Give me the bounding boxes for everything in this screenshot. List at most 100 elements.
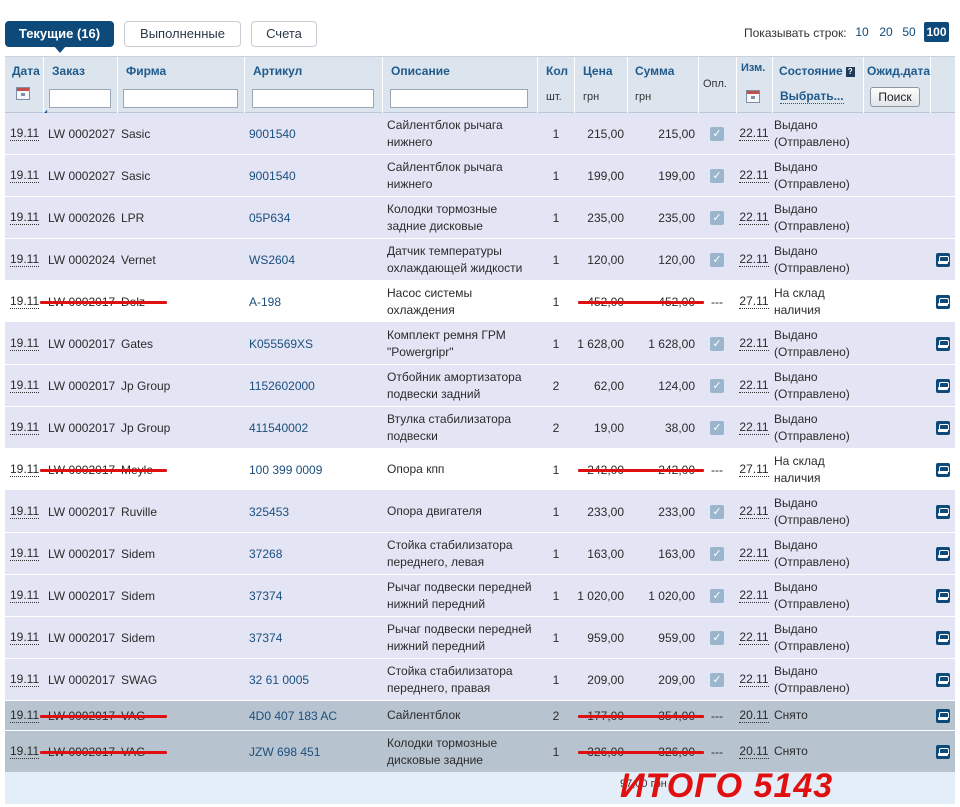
row-date[interactable]: 19.11 xyxy=(10,281,44,322)
col-description-header[interactable]: Описание xyxy=(391,64,450,78)
car-icon[interactable] xyxy=(935,588,950,603)
row-article[interactable]: 4D0 407 183 AC xyxy=(249,701,379,730)
row-changed[interactable]: 22.11 xyxy=(736,197,772,238)
car-icon[interactable] xyxy=(935,462,950,477)
row-article[interactable]: 411540002 xyxy=(249,407,379,448)
row-date[interactable]: 19.11 xyxy=(10,323,44,364)
description-filter-input[interactable] xyxy=(390,89,528,108)
car-icon[interactable] xyxy=(935,708,950,723)
car-icon[interactable] xyxy=(935,630,950,645)
car-icon[interactable] xyxy=(935,252,950,267)
table-row[interactable]: 19.11 LW 0002017 SWAG 32 61 0005 Стойка стаб… xyxy=(5,659,955,701)
table-row[interactable]: 19.11 LW 0002017 Jp Group 1152602000 Отбойни… xyxy=(5,365,955,407)
row-article[interactable]: 100 399 0009 xyxy=(249,449,379,490)
row-delivery[interactable] xyxy=(930,239,955,280)
row-changed[interactable]: 27.11 xyxy=(736,449,772,490)
table-row[interactable]: 19.11 LW 0002024 Vernet WS2604 Датчик темпер… xyxy=(5,239,955,281)
col-price-header[interactable]: Цена xyxy=(583,64,613,78)
row-article[interactable]: JZW 698 451 xyxy=(249,731,379,772)
row-changed[interactable]: 22.11 xyxy=(736,659,772,700)
col-expected-header[interactable]: Ожид.дата xyxy=(867,64,930,78)
row-changed[interactable]: 22.11 xyxy=(736,617,772,658)
table-row[interactable]: 19.11 LW 0002017 Sidem 37268 Стойка стабилиз… xyxy=(5,533,955,575)
car-icon[interactable] xyxy=(935,672,950,687)
car-icon[interactable] xyxy=(935,546,950,561)
row-article[interactable]: 37268 xyxy=(249,533,379,574)
table-row[interactable]: 19.11 LW 0002026 LPR 05P634 Колодки тормозны… xyxy=(5,197,955,239)
table-row[interactable]: 19.11 LW 0002017 Ruville 325453 Опора двигат… xyxy=(5,491,955,533)
row-date[interactable]: 19.11 xyxy=(10,365,44,406)
car-icon[interactable] xyxy=(935,504,950,519)
rows-option-50[interactable]: 50 xyxy=(901,22,917,42)
table-row[interactable]: 19.11 LW 0002027 Sasic 9001540 Сайлентблок р… xyxy=(5,155,955,197)
row-date[interactable]: 19.11 xyxy=(10,197,44,238)
col-qty-header[interactable]: Кол xyxy=(546,64,568,78)
table-row[interactable]: 19.11 LW 0002017 Jp Group 411540002 Втулка с… xyxy=(5,407,955,449)
row-delivery[interactable] xyxy=(930,701,955,730)
col-order-header[interactable]: Заказ xyxy=(52,64,85,78)
col-date-header[interactable]: Дата xyxy=(12,64,40,78)
row-article[interactable]: A-198 xyxy=(249,281,379,322)
row-changed[interactable]: 20.11 xyxy=(736,731,772,772)
row-changed[interactable]: 22.11 xyxy=(736,323,772,364)
row-article[interactable]: WS2604 xyxy=(249,239,379,280)
row-delivery[interactable] xyxy=(930,449,955,490)
row-delivery[interactable] xyxy=(930,491,955,532)
car-icon[interactable] xyxy=(935,294,950,309)
row-article[interactable]: 1152602000 xyxy=(249,365,379,406)
car-icon[interactable] xyxy=(935,420,950,435)
row-article[interactable]: 37374 xyxy=(249,575,379,616)
row-changed[interactable]: 22.11 xyxy=(736,575,772,616)
row-delivery[interactable] xyxy=(930,281,955,322)
table-row[interactable]: 19.11 LW 0002017 Sidem 37374 Рычаг подвески … xyxy=(5,617,955,659)
row-date[interactable]: 19.11 xyxy=(10,617,44,658)
row-article[interactable]: K055569XS xyxy=(249,323,379,364)
table-row[interactable]: 19.11 LW 0002017 Gates K055569XS Комплект ре… xyxy=(5,323,955,365)
row-date[interactable]: 19.11 xyxy=(10,701,44,730)
row-date[interactable]: 19.11 xyxy=(10,491,44,532)
row-article[interactable]: 9001540 xyxy=(249,113,379,154)
row-changed[interactable]: 22.11 xyxy=(736,113,772,154)
order-filter-input[interactable] xyxy=(49,89,111,108)
col-sum-header[interactable]: Сумма xyxy=(635,64,674,78)
col-changed-header[interactable]: Изм. xyxy=(741,62,765,74)
row-changed[interactable]: 22.11 xyxy=(736,365,772,406)
calendar-icon[interactable] xyxy=(16,87,30,100)
row-article[interactable]: 9001540 xyxy=(249,155,379,196)
row-article[interactable]: 05P634 xyxy=(249,197,379,238)
row-date[interactable]: 19.11 xyxy=(10,155,44,196)
table-row[interactable]: 19.11 LW 0002017 Sidem 37374 Рычаг подвески … xyxy=(5,575,955,617)
row-delivery[interactable] xyxy=(930,533,955,574)
col-status-header[interactable]: Состояние? xyxy=(779,64,855,78)
row-changed[interactable]: 22.11 xyxy=(736,533,772,574)
row-date[interactable]: 19.11 xyxy=(10,659,44,700)
row-delivery[interactable] xyxy=(930,323,955,364)
row-date[interactable]: 19.11 xyxy=(10,533,44,574)
article-filter-input[interactable] xyxy=(252,89,374,108)
tab-current[interactable]: Текущие (16) xyxy=(5,21,114,53)
firm-filter-input[interactable] xyxy=(123,89,238,108)
row-delivery[interactable] xyxy=(930,731,955,772)
status-select[interactable]: Выбрать... xyxy=(780,89,844,104)
row-article[interactable]: 325453 xyxy=(249,491,379,532)
row-article[interactable]: 37374 xyxy=(249,617,379,658)
row-changed[interactable]: 22.11 xyxy=(736,407,772,448)
row-date[interactable]: 19.11 xyxy=(10,407,44,448)
calendar-icon[interactable] xyxy=(746,90,760,103)
car-icon[interactable] xyxy=(935,378,950,393)
row-date[interactable]: 19.11 xyxy=(10,731,44,772)
rows-option-20[interactable]: 20 xyxy=(878,22,894,42)
row-delivery[interactable] xyxy=(930,575,955,616)
row-changed[interactable]: 22.11 xyxy=(736,155,772,196)
rows-option-100[interactable]: 100 xyxy=(924,22,949,42)
tab-invoices[interactable]: Счета xyxy=(251,21,317,47)
row-date[interactable]: 19.11 xyxy=(10,449,44,490)
help-icon[interactable]: ? xyxy=(845,67,855,77)
row-date[interactable]: 19.11 xyxy=(10,575,44,616)
row-delivery[interactable] xyxy=(930,407,955,448)
row-changed[interactable]: 27.11 xyxy=(736,281,772,322)
car-icon[interactable] xyxy=(935,744,950,759)
search-button[interactable]: Поиск xyxy=(870,87,920,107)
row-delivery[interactable] xyxy=(930,617,955,658)
row-article[interactable]: 32 61 0005 xyxy=(249,659,379,700)
